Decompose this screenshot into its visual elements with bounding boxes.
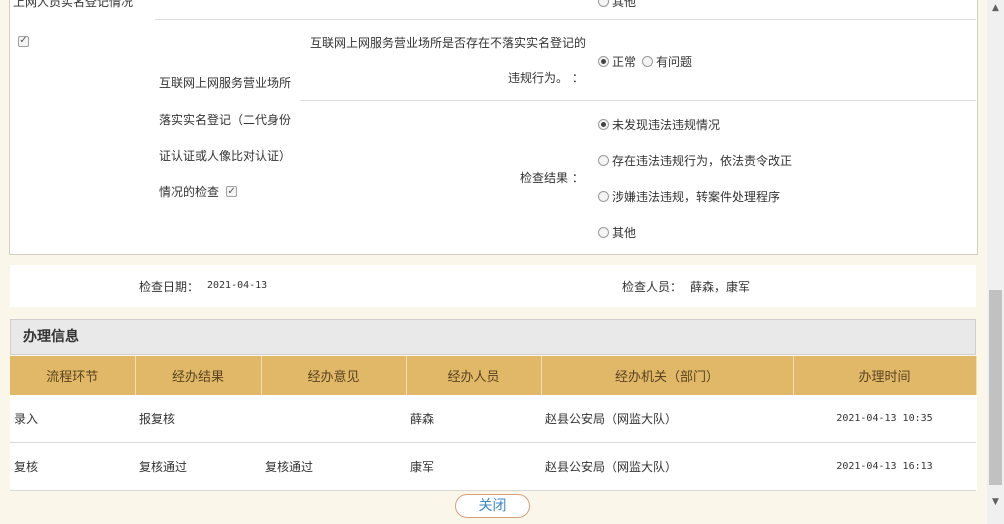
radio-selected-icon[interactable] (598, 119, 609, 130)
result-label: 检查结果 ： (520, 171, 584, 185)
inspector-label: 检查人员： (622, 280, 683, 294)
row-divider (300, 100, 976, 101)
question-text: 互联网上网服务营业场所是否存在不落实实名登记的 (310, 36, 587, 50)
column-header-result: 经办结果 (135, 356, 262, 395)
column-header-person: 经办人员 (406, 356, 542, 395)
process-table: 流程环节 经办结果 经办意见 经办人员 经办机关（部门） 办理时间 录入 报复核… (10, 356, 977, 491)
category-checkbox[interactable]: ✓ (18, 32, 29, 47)
cell-time: 2021-04-13 10:35 (793, 395, 976, 443)
cell-result: 复核通过 (135, 442, 261, 491)
column-header-org: 经办机关（部门） (541, 356, 794, 395)
result-option-transfer-case[interactable]: 涉嫌违法违规，转案件处理程序 (598, 188, 780, 205)
result-option-none-found[interactable]: 未发现违法违规情况 (598, 116, 720, 133)
column-header-opinion: 经办意见 (261, 356, 407, 395)
scroll-up-arrow-icon[interactable]: ▲ (987, 0, 1004, 16)
inspector-value: 薛森，康军 (690, 280, 751, 294)
cell-result: 报复核 (135, 395, 261, 443)
table-header-row: 流程环节 经办结果 经办意见 经办人员 经办机关（部门） 办理时间 (10, 356, 977, 395)
cell-step: 复核 (10, 442, 135, 491)
column-header-step: 流程环节 (10, 356, 136, 395)
scroll-down-arrow-icon[interactable]: ▼ (987, 494, 1004, 510)
option-problem[interactable]: 有问题 (642, 53, 692, 70)
section-title: 办理信息 (10, 319, 976, 355)
cell-org: 赵县公安局（网监大队） (541, 442, 793, 491)
cell-time: 2021-04-13 16:13 (793, 442, 976, 491)
cell-opinion: 复核通过 (261, 442, 406, 491)
scrollbar-thumb[interactable] (989, 290, 1002, 485)
prev-item-label: 上网人员实名登记情况 (13, 0, 134, 9)
radio-icon[interactable] (642, 56, 653, 67)
radio-icon[interactable] (598, 227, 609, 238)
row-divider (155, 19, 976, 20)
item-label-line-last: 情况的检查 ✓ (159, 185, 238, 199)
cell-step: 录入 (10, 395, 135, 443)
table-row: 复核 复核通过 复核通过 康军 赵县公安局（网监大队） 2021-04-13 1… (10, 442, 976, 491)
date-value: 2021-04-13 (207, 280, 268, 291)
prev-option-other[interactable]: 其他 (598, 0, 636, 10)
cell-person: 康军 (406, 442, 541, 491)
table-row: 录入 报复核 薛森 赵县公安局（网监大队） 2021-04-13 10:35 (10, 395, 976, 443)
close-button[interactable]: 关闭 (455, 494, 530, 518)
cell-opinion (261, 395, 406, 443)
item-checkbox[interactable]: ✓ (226, 186, 238, 197)
item-label-line: 证认证或人像比对认证） (159, 149, 292, 163)
date-label: 检查日期： (139, 280, 200, 294)
cell-person: 薛森 (406, 395, 541, 443)
radio-icon[interactable] (598, 191, 609, 202)
result-option-rectify[interactable]: 存在违法违规行为，依法责令改正 (598, 152, 792, 169)
radio-selected-icon[interactable] (598, 56, 609, 67)
option-normal[interactable]: 正常 (598, 53, 636, 70)
result-option-other[interactable]: 其他 (598, 224, 636, 241)
item-label-line: 落实实名登记（二代身份 (159, 113, 292, 127)
item-label-line: 互联网上网服务营业场所 (159, 76, 292, 90)
question-text-cont: 违规行为。 ： (508, 71, 584, 85)
checkmark-icon: ✓ (18, 35, 29, 47)
radio-icon[interactable] (598, 0, 609, 7)
column-header-time: 办理时间 (793, 356, 977, 395)
cell-org: 赵县公安局（网监大队） (541, 395, 793, 443)
radio-icon[interactable] (598, 155, 609, 166)
